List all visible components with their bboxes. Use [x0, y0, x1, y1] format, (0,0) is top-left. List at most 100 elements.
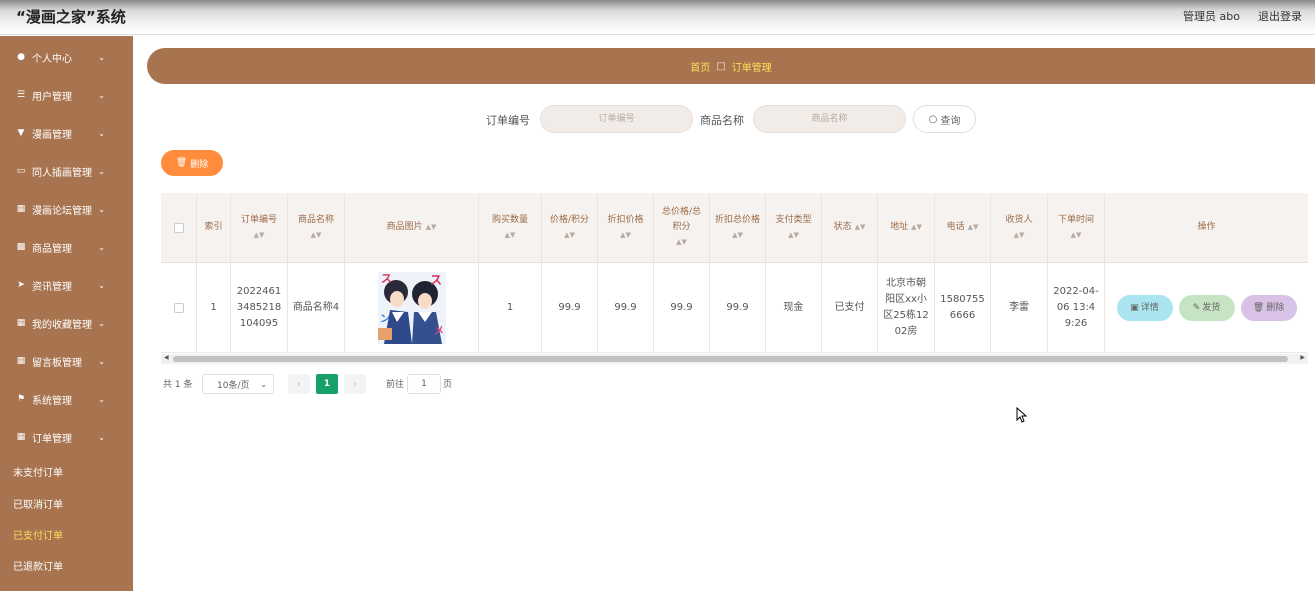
- header-quantity[interactable]: 购买数量 ▲▼: [479, 193, 542, 262]
- header-product-image[interactable]: 商品图片 ▲▼: [345, 193, 479, 262]
- sidebar-subitem-unpaid[interactable]: 未支付订单: [13, 464, 63, 479]
- cell-price: 99.9: [542, 263, 598, 352]
- grid-icon: ▦: [16, 356, 26, 366]
- header-label: 操作: [1197, 222, 1216, 232]
- top-bar: “漫画之家”系统 管理员 abo 退出登录: [0, 0, 1315, 35]
- sidebar-item-products[interactable]: ▩ 商品管理 ⌄: [0, 228, 133, 266]
- admin-label: 管理员 abo: [1183, 10, 1240, 23]
- app-title: “漫画之家”系统: [16, 8, 126, 26]
- logout-link[interactable]: 退出登录: [1258, 8, 1302, 24]
- header-total[interactable]: 总价格/总积分 ▲▼: [654, 193, 710, 262]
- sort-icon: ▲▼: [732, 230, 743, 239]
- sidebar-item-system[interactable]: ⚑ 系统管理 ⌄: [0, 380, 133, 418]
- sort-icon: ▲▼: [504, 230, 516, 239]
- horizontal-scrollbar[interactable]: ◀ ▶: [161, 354, 1308, 364]
- sort-icon: ▲▼: [854, 223, 866, 231]
- sidebar-item-label: 商品管理: [32, 243, 72, 255]
- list-icon: ☰: [16, 90, 26, 100]
- header-product-name[interactable]: 商品名称 ▲▼: [288, 193, 345, 262]
- sort-icon: ▲▼: [788, 230, 799, 239]
- sidebar-subitem-refunded[interactable]: 已退款订单: [13, 558, 63, 573]
- table-header: 索引 订单编号 ▲▼ 商品名称 ▲▼ 商品图片 ▲▼ 购买数量 ▲▼ 价格/积分 ▲▼ 折…: [161, 193, 1308, 263]
- row-checkbox[interactable]: [173, 302, 184, 313]
- sidebar-item-label: 订单管理: [32, 433, 72, 445]
- select-all-checkbox[interactable]: [173, 222, 184, 233]
- row-delete-button[interactable]: 🗑 删除: [1240, 294, 1297, 321]
- search-button-label: 查询: [940, 115, 961, 127]
- sidebar-item-fanart[interactable]: ▭ 同人插画管理 ⌄: [0, 152, 133, 190]
- breadcrumb: 首页 □ 订单管理: [147, 48, 1315, 84]
- sort-icon: ▲▼: [1070, 230, 1082, 239]
- sidebar-item-comics[interactable]: ▼ 漫画管理 ⌄: [0, 114, 133, 152]
- scroll-right-icon[interactable]: ▶: [1300, 354, 1305, 361]
- detail-button[interactable]: ▣ 详情: [1116, 294, 1173, 321]
- svg-text:ス: ス: [430, 273, 442, 287]
- sidebar-item-messages[interactable]: ▦ 留言板管理 ⌄: [0, 342, 133, 380]
- cell-discount-price: 99.9: [598, 263, 654, 352]
- order-no-input[interactable]: [540, 105, 693, 133]
- chevron-down-icon: ⌄: [98, 166, 105, 176]
- chevron-down-icon: ⌄: [98, 356, 105, 366]
- sidebar-item-label: 漫画管理: [32, 129, 72, 141]
- cell-index: 1: [197, 263, 231, 352]
- sort-icon: ▲▼: [1013, 230, 1025, 239]
- header-receiver[interactable]: 收货人 ▲▼: [991, 193, 1048, 262]
- prev-page-button[interactable]: ‹: [288, 374, 310, 394]
- header-pay-type[interactable]: 支付类型 ▲▼: [766, 193, 822, 262]
- goto-unit: 页: [443, 380, 453, 390]
- edit-icon: ✎: [1192, 302, 1201, 313]
- cell-address: 北京市朝阳区xx小区25栋1202房: [878, 263, 935, 352]
- ship-label: 发货: [1202, 302, 1221, 313]
- sidebar-item-news[interactable]: ➤ 资讯管理 ⌄: [0, 266, 133, 304]
- next-page-button[interactable]: ›: [344, 374, 366, 394]
- header-order-no[interactable]: 订单编号 ▲▼: [231, 193, 288, 262]
- batch-delete-button[interactable]: 🗑 删除: [161, 150, 223, 176]
- sidebar-item-orders[interactable]: ▦ 订单管理 ⌄: [0, 418, 133, 456]
- table-row: 1 20224613485218104095 商品名称4 ス ス ン メ 1 9…: [161, 263, 1308, 353]
- trash-icon: 🗑: [1252, 302, 1265, 313]
- ship-button[interactable]: ✎ 发货: [1178, 294, 1235, 321]
- search-button[interactable]: ○ 查询: [913, 105, 976, 133]
- header-discount-total[interactable]: 折扣总价格 ▲▼: [710, 193, 766, 262]
- sidebar-subitem-paid[interactable]: 已支付订单: [13, 527, 63, 542]
- cell-receiver: 李雷: [991, 263, 1048, 352]
- sort-icon: ▲▼: [911, 223, 922, 231]
- header-status[interactable]: 状态 ▲▼: [822, 193, 878, 262]
- sidebar-item-profile[interactable]: ● 个人中心 ⌄: [0, 38, 133, 76]
- row-select-cell: [161, 263, 197, 352]
- header-label: 订单编号: [240, 214, 277, 225]
- page-size-select[interactable]: 10条/页 ⌄: [202, 374, 274, 394]
- sidebar-item-label: 系统管理: [32, 395, 72, 407]
- header-discount-price[interactable]: 折扣价格 ▲▼: [598, 193, 654, 262]
- page-number-current[interactable]: 1: [316, 374, 338, 394]
- chevron-down-icon: ⌄: [98, 432, 105, 442]
- chevron-down-icon: ⌄: [98, 204, 105, 214]
- goto-page-input[interactable]: [407, 374, 441, 394]
- cell-discount-total: 99.9: [710, 263, 766, 352]
- header-address[interactable]: 地址 ▲▼: [878, 193, 935, 262]
- sidebar-item-users[interactable]: ☰ 用户管理 ⌄: [0, 76, 133, 114]
- sort-icon: ▲▼: [564, 230, 575, 239]
- header-price[interactable]: 价格/积分 ▲▼: [542, 193, 598, 262]
- header-phone[interactable]: 电话 ▲▼: [935, 193, 991, 262]
- sidebar-item-favorites[interactable]: ▦ 我的收藏管理 ⌄: [0, 304, 133, 342]
- header-order-time[interactable]: 下单时间 ▲▼: [1048, 193, 1105, 262]
- order-no-label: 订单编号: [486, 114, 530, 127]
- breadcrumb-home[interactable]: 首页: [690, 59, 710, 74]
- cell-actions: ▣ 详情 ✎ 发货 🗑 删除: [1105, 263, 1308, 352]
- scrollbar-thumb[interactable]: [173, 356, 1288, 362]
- sort-icon: ▲▼: [620, 230, 631, 239]
- scroll-left-icon[interactable]: ◀: [164, 354, 169, 361]
- product-cover-image: ス ス ン メ: [377, 271, 446, 344]
- sidebar-subitem-cancelled[interactable]: 已取消订单: [13, 496, 63, 511]
- header-label: 支付类型: [775, 214, 812, 225]
- product-name-input[interactable]: [753, 105, 906, 133]
- chevron-down-icon: ⌄: [98, 280, 105, 290]
- sidebar-item-label: 用户管理: [32, 91, 72, 103]
- user-icon: ●: [17, 52, 25, 62]
- cell-phone: 15807556666: [935, 263, 991, 352]
- sidebar-item-forum[interactable]: ▦ 漫画论坛管理 ⌄: [0, 190, 133, 228]
- chevron-down-icon: ⌄: [98, 52, 105, 62]
- sidebar-item-label: 同人插画管理: [32, 167, 92, 179]
- breadcrumb-separator-icon: □: [716, 60, 726, 72]
